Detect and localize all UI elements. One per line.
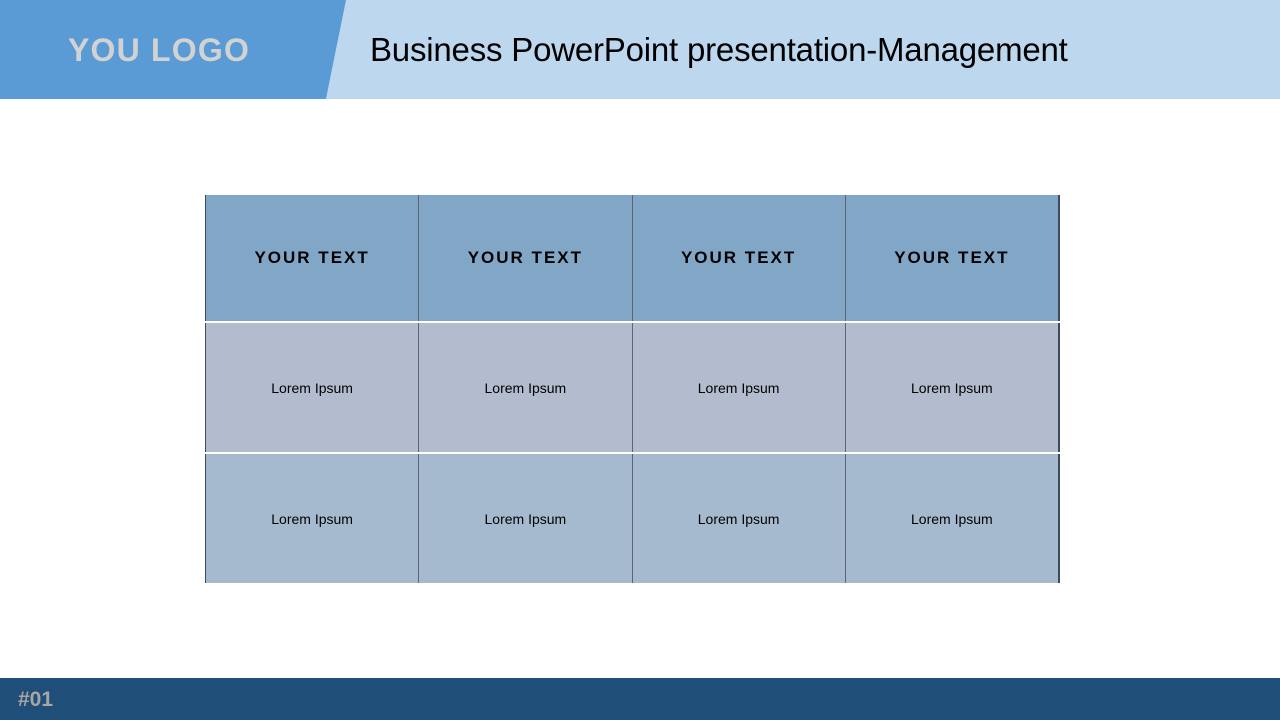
table-header-cell[interactable]: YOUR TEXT [418,193,633,323]
page-title: Business PowerPoint presentation-Managem… [370,30,1068,68]
table-cell[interactable]: Lorem Ipsum [844,321,1059,454]
logo-panel[interactable]: YOU LOGO [0,0,346,99]
table-header-cell[interactable]: YOUR TEXT [631,193,846,323]
table-cell[interactable]: Lorem Ipsum [205,321,420,454]
table-header-cell[interactable]: YOUR TEXT [844,193,1059,323]
header-band: YOU LOGO Business PowerPoint presentatio… [0,0,1280,99]
content-table: YOUR TEXT YOUR TEXT YOUR TEXT YOUR TEXT … [205,193,1060,585]
table-cell[interactable]: Lorem Ipsum [631,452,846,585]
table-cell[interactable]: Lorem Ipsum [418,452,633,585]
logo-text: YOU LOGO [68,31,251,68]
table-cell[interactable]: Lorem Ipsum [205,452,420,585]
footer-bar: #01 [0,678,1280,720]
table-row: Lorem Ipsum Lorem Ipsum Lorem Ipsum Lore… [205,321,1059,454]
table-cell[interactable]: Lorem Ipsum [631,321,846,454]
slide-canvas: YOU LOGO Business PowerPoint presentatio… [0,0,1280,720]
slide-number: #01 [18,687,54,711]
content-table-container: YOUR TEXT YOUR TEXT YOUR TEXT YOUR TEXT … [205,193,1060,585]
table-cell[interactable]: Lorem Ipsum [844,452,1059,585]
table-cell[interactable]: Lorem Ipsum [418,321,633,454]
table-header-cell[interactable]: YOUR TEXT [205,193,420,323]
table-row: Lorem Ipsum Lorem Ipsum Lorem Ipsum Lore… [205,452,1059,585]
table-header-row: YOUR TEXT YOUR TEXT YOUR TEXT YOUR TEXT [205,193,1059,323]
